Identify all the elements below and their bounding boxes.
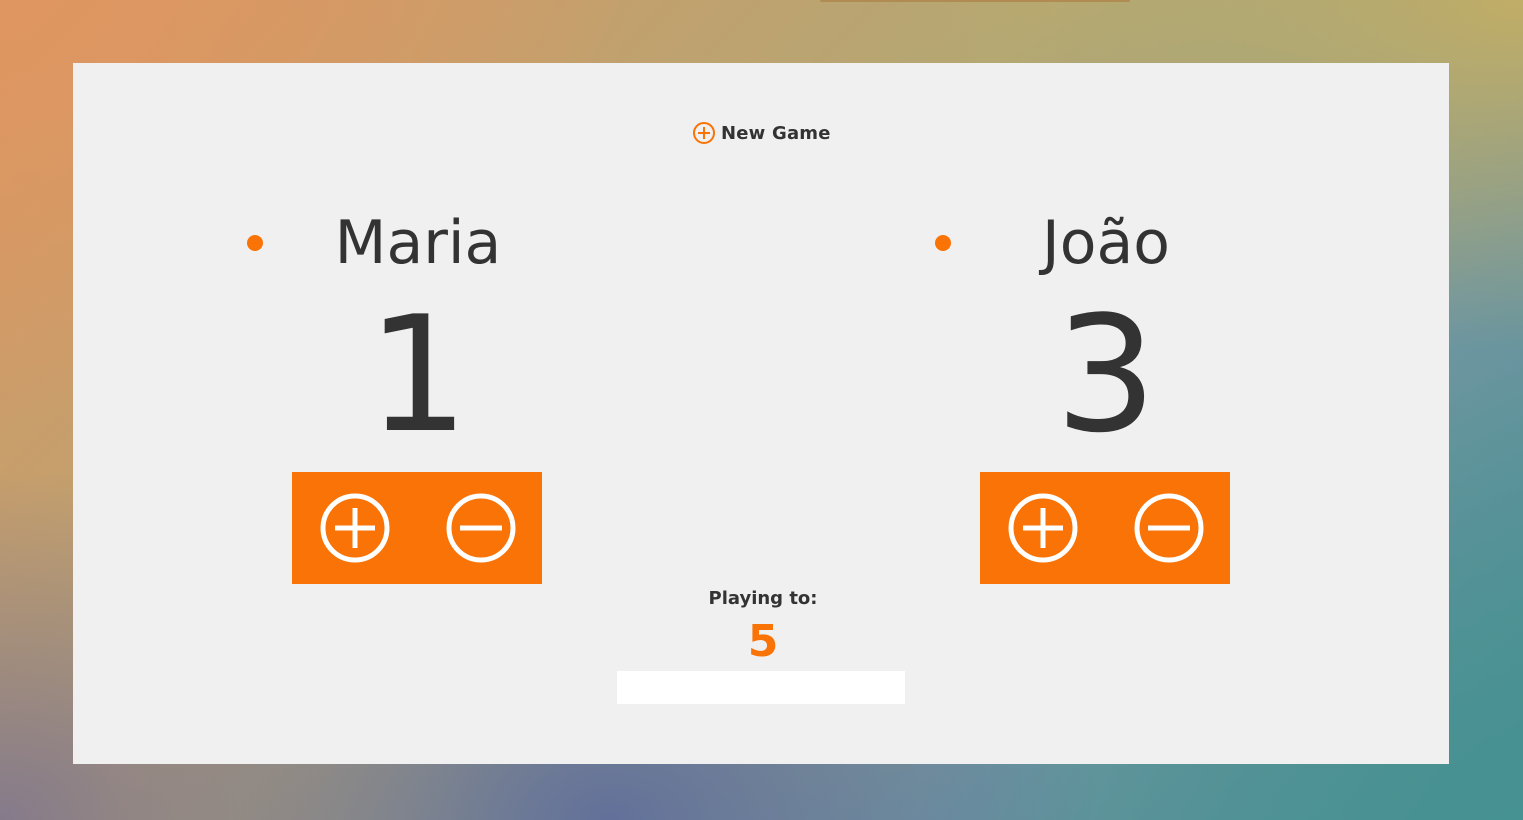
plus-circle-icon [1007,492,1079,564]
increment-score-button[interactable] [319,492,391,564]
player-card-1: Maria 1 [203,203,663,603]
decrement-score-button[interactable] [1133,492,1205,564]
player-name: Maria [334,208,502,278]
decrement-score-button[interactable] [445,492,517,564]
target-score-value: 5 [747,616,779,667]
increment-score-button[interactable] [1007,492,1079,564]
new-game-label: New Game [721,122,831,144]
minus-circle-icon [1133,492,1205,564]
plus-circle-icon [692,121,716,145]
turn-indicator-dot [935,235,951,251]
player-name: João [1042,208,1170,278]
target-score-section: Playing to: 5 [563,587,963,667]
top-tab [820,0,1130,2]
score-controls [292,472,542,584]
player-score: 3 [1055,281,1157,468]
scoreboard-panel: New Game Maria 1 João 3 Playing to: 5 [73,63,1449,764]
minus-circle-icon [445,492,517,564]
turn-indicator-dot [247,235,263,251]
target-score-label: Playing to: [708,588,818,609]
player-card-2: João 3 [891,203,1351,603]
player-score: 1 [367,281,469,468]
target-score-input[interactable] [617,671,905,704]
score-controls [980,472,1230,584]
new-game-button[interactable]: New Game [692,121,831,145]
plus-circle-icon [319,492,391,564]
